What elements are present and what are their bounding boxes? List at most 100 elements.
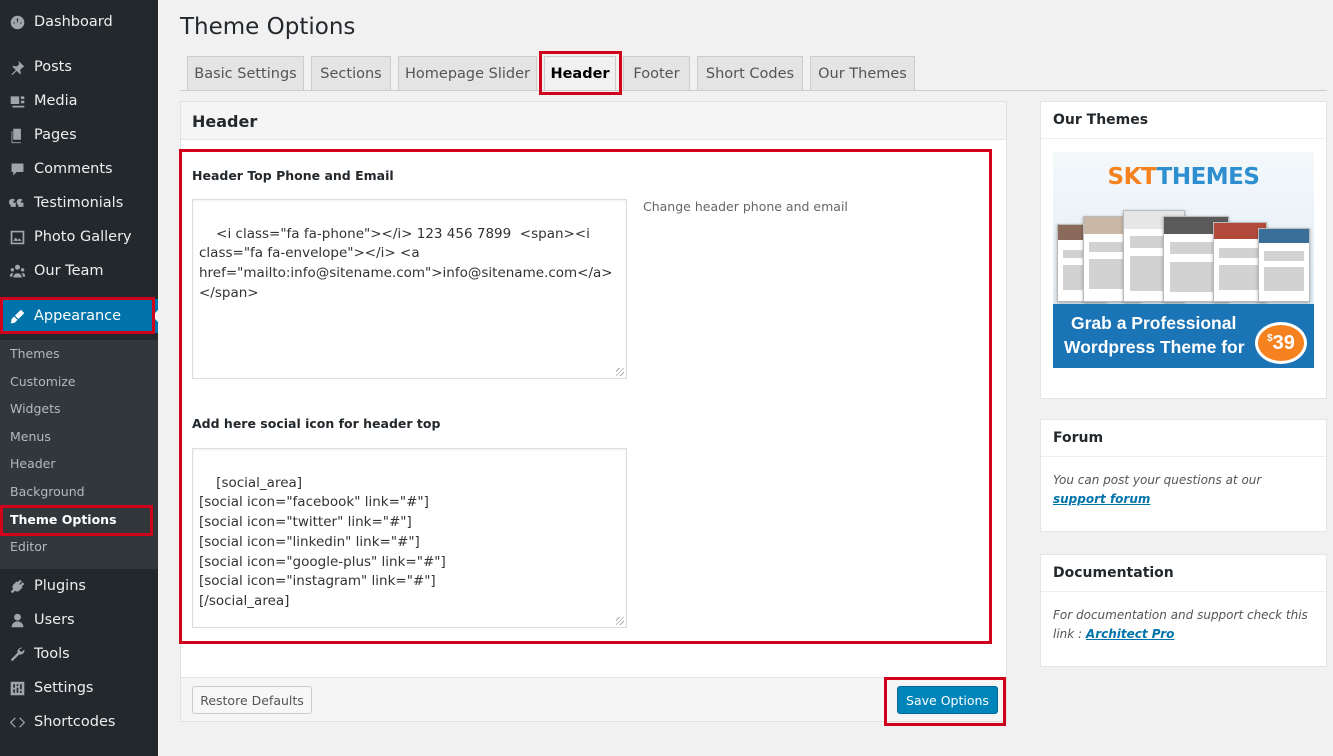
dashboard-icon: [8, 13, 26, 31]
menu-our-team[interactable]: Our Team: [0, 254, 158, 288]
phone-email-textarea[interactable]: <i class="fa fa-phone"></i> 123 456 7899…: [192, 199, 627, 379]
tab-short-codes[interactable]: Short Codes: [697, 56, 803, 90]
panel-divider: [1041, 138, 1326, 139]
forum-description: You can post your questions at our: [1053, 473, 1262, 487]
architect-pro-link[interactable]: Architect Pro: [1086, 627, 1174, 641]
forum-text: You can post your questions at our suppo…: [1053, 471, 1315, 509]
forum-panel: Forum You can post your questions at our…: [1040, 419, 1327, 532]
menu-label: Pages: [34, 127, 77, 143]
support-forum-link[interactable]: support forum: [1053, 492, 1150, 506]
promo-line-1: Grab a Professional: [1071, 313, 1237, 333]
wrench-icon: [8, 645, 26, 663]
menu-label: Plugins: [34, 578, 86, 594]
panel-title: Header: [192, 112, 258, 131]
textarea-value: <i class="fa fa-phone"></i> 123 456 7899…: [199, 225, 617, 301]
submenu-customize[interactable]: Customize: [10, 374, 76, 389]
panel-title: Forum: [1053, 430, 1104, 446]
appearance-submenu: Themes Customize Widgets Menus Header Ba…: [0, 340, 158, 569]
team-icon: [8, 262, 26, 280]
menu-posts[interactable]: Posts: [0, 50, 158, 84]
menu-label: Comments: [34, 161, 113, 177]
submenu-header[interactable]: Header: [10, 456, 56, 471]
menu-label: Photo Gallery: [34, 229, 132, 245]
menu-label: Testimonials: [34, 195, 124, 211]
skt-themes-banner[interactable]: SKTTHEMES Grab a Professional Wordpress …: [1053, 152, 1314, 368]
tab-footer[interactable]: Footer: [623, 56, 690, 90]
menu-label: Media: [34, 93, 78, 109]
menu-label: Dashboard: [34, 14, 113, 30]
logo-part-skt: SKT: [1107, 164, 1158, 190]
pages-icon: [8, 126, 26, 144]
tab-our-themes[interactable]: Our Themes: [810, 56, 915, 90]
menu-pages[interactable]: Pages: [0, 118, 158, 152]
submenu-themes[interactable]: Themes: [10, 346, 60, 361]
submenu-widgets[interactable]: Widgets: [10, 401, 61, 416]
panel-heading: Header: [181, 102, 1006, 140]
options-footer: Restore Defaults Save Options: [181, 677, 1006, 721]
submenu-background[interactable]: Background: [10, 484, 85, 499]
panel-title: Documentation: [1053, 565, 1174, 581]
menu-label: Users: [34, 612, 75, 628]
menu-label: Our Team: [34, 263, 104, 279]
promo-line-2: Wordpress Theme for: [1064, 337, 1245, 357]
tab-header[interactable]: Header: [544, 56, 616, 90]
current-menu-arrow: [152, 310, 158, 322]
social-icons-textarea[interactable]: [social_area] [social icon="facebook" li…: [192, 448, 627, 628]
menu-testimonials[interactable]: Testimonials: [0, 186, 158, 220]
menu-label: Posts: [34, 59, 72, 75]
settings-icon: [8, 679, 26, 697]
textarea-value: [social_area] [social icon="facebook" li…: [199, 474, 446, 609]
our-themes-panel: Our Themes SKTTHEMES Grab a Professional…: [1040, 101, 1327, 399]
logo-part-themes: THEMES: [1156, 164, 1260, 190]
pin-icon: [8, 58, 26, 76]
plugin-icon: [8, 577, 26, 595]
documentation-text: For documentation and support check this…: [1053, 606, 1315, 644]
resize-handle[interactable]: [616, 617, 624, 625]
tab-sections[interactable]: Sections: [311, 56, 391, 90]
paintbrush-icon: [8, 307, 26, 325]
menu-dashboard[interactable]: Dashboard: [0, 5, 158, 39]
menu-users[interactable]: Users: [0, 603, 158, 637]
quote-icon: [8, 194, 26, 212]
submenu-menus[interactable]: Menus: [10, 429, 51, 444]
menu-shortcodes[interactable]: Shortcodes: [0, 705, 158, 739]
submenu-theme-options[interactable]: Theme Options: [10, 512, 117, 527]
menu-label: Appearance: [34, 308, 122, 324]
menu-settings[interactable]: Settings: [0, 671, 158, 705]
resize-handle[interactable]: [616, 368, 624, 376]
field-description: Change header phone and email: [643, 199, 848, 214]
field-label-phone-email: Header Top Phone and Email: [192, 168, 394, 183]
skt-themes-logo: SKTTHEMES: [1053, 164, 1314, 190]
gallery-icon: [8, 228, 26, 246]
media-icon: [8, 92, 26, 110]
menu-comments[interactable]: Comments: [0, 152, 158, 186]
menu-label: Shortcodes: [34, 714, 116, 730]
menu-label: Tools: [34, 646, 70, 662]
documentation-panel: Documentation For documentation and supp…: [1040, 554, 1327, 667]
header-options-panel: Header Header Top Phone and Email <i cla…: [180, 101, 1007, 722]
panel-divider: [1041, 591, 1326, 592]
admin-sidebar: Dashboard Posts Media Pages Comments Tes…: [0, 0, 158, 756]
menu-photo-gallery[interactable]: Photo Gallery: [0, 220, 158, 254]
menu-label: Settings: [34, 680, 94, 696]
field-label-social-icons: Add here social icon for header top: [192, 416, 441, 431]
tab-homepage-slider[interactable]: Homepage Slider: [398, 56, 537, 90]
save-options-button[interactable]: Save Options: [897, 686, 998, 714]
menu-tools[interactable]: Tools: [0, 637, 158, 671]
price-value: 39: [1272, 331, 1295, 354]
theme-screenshot: [1258, 228, 1310, 302]
menu-media[interactable]: Media: [0, 84, 158, 118]
tab-basic-settings[interactable]: Basic Settings: [187, 56, 304, 90]
menu-appearance[interactable]: Appearance: [0, 299, 158, 333]
code-icon: [8, 713, 26, 731]
submenu-editor[interactable]: Editor: [10, 539, 47, 554]
price-badge: $39: [1255, 322, 1307, 364]
restore-defaults-button[interactable]: Restore Defaults: [192, 686, 312, 714]
comment-icon: [8, 160, 26, 178]
page-title: Theme Options: [180, 14, 356, 40]
user-icon: [8, 611, 26, 629]
panel-divider: [1041, 456, 1326, 457]
menu-plugins[interactable]: Plugins: [0, 569, 158, 603]
tabs-divider: [180, 90, 1327, 91]
panel-title: Our Themes: [1053, 112, 1149, 128]
